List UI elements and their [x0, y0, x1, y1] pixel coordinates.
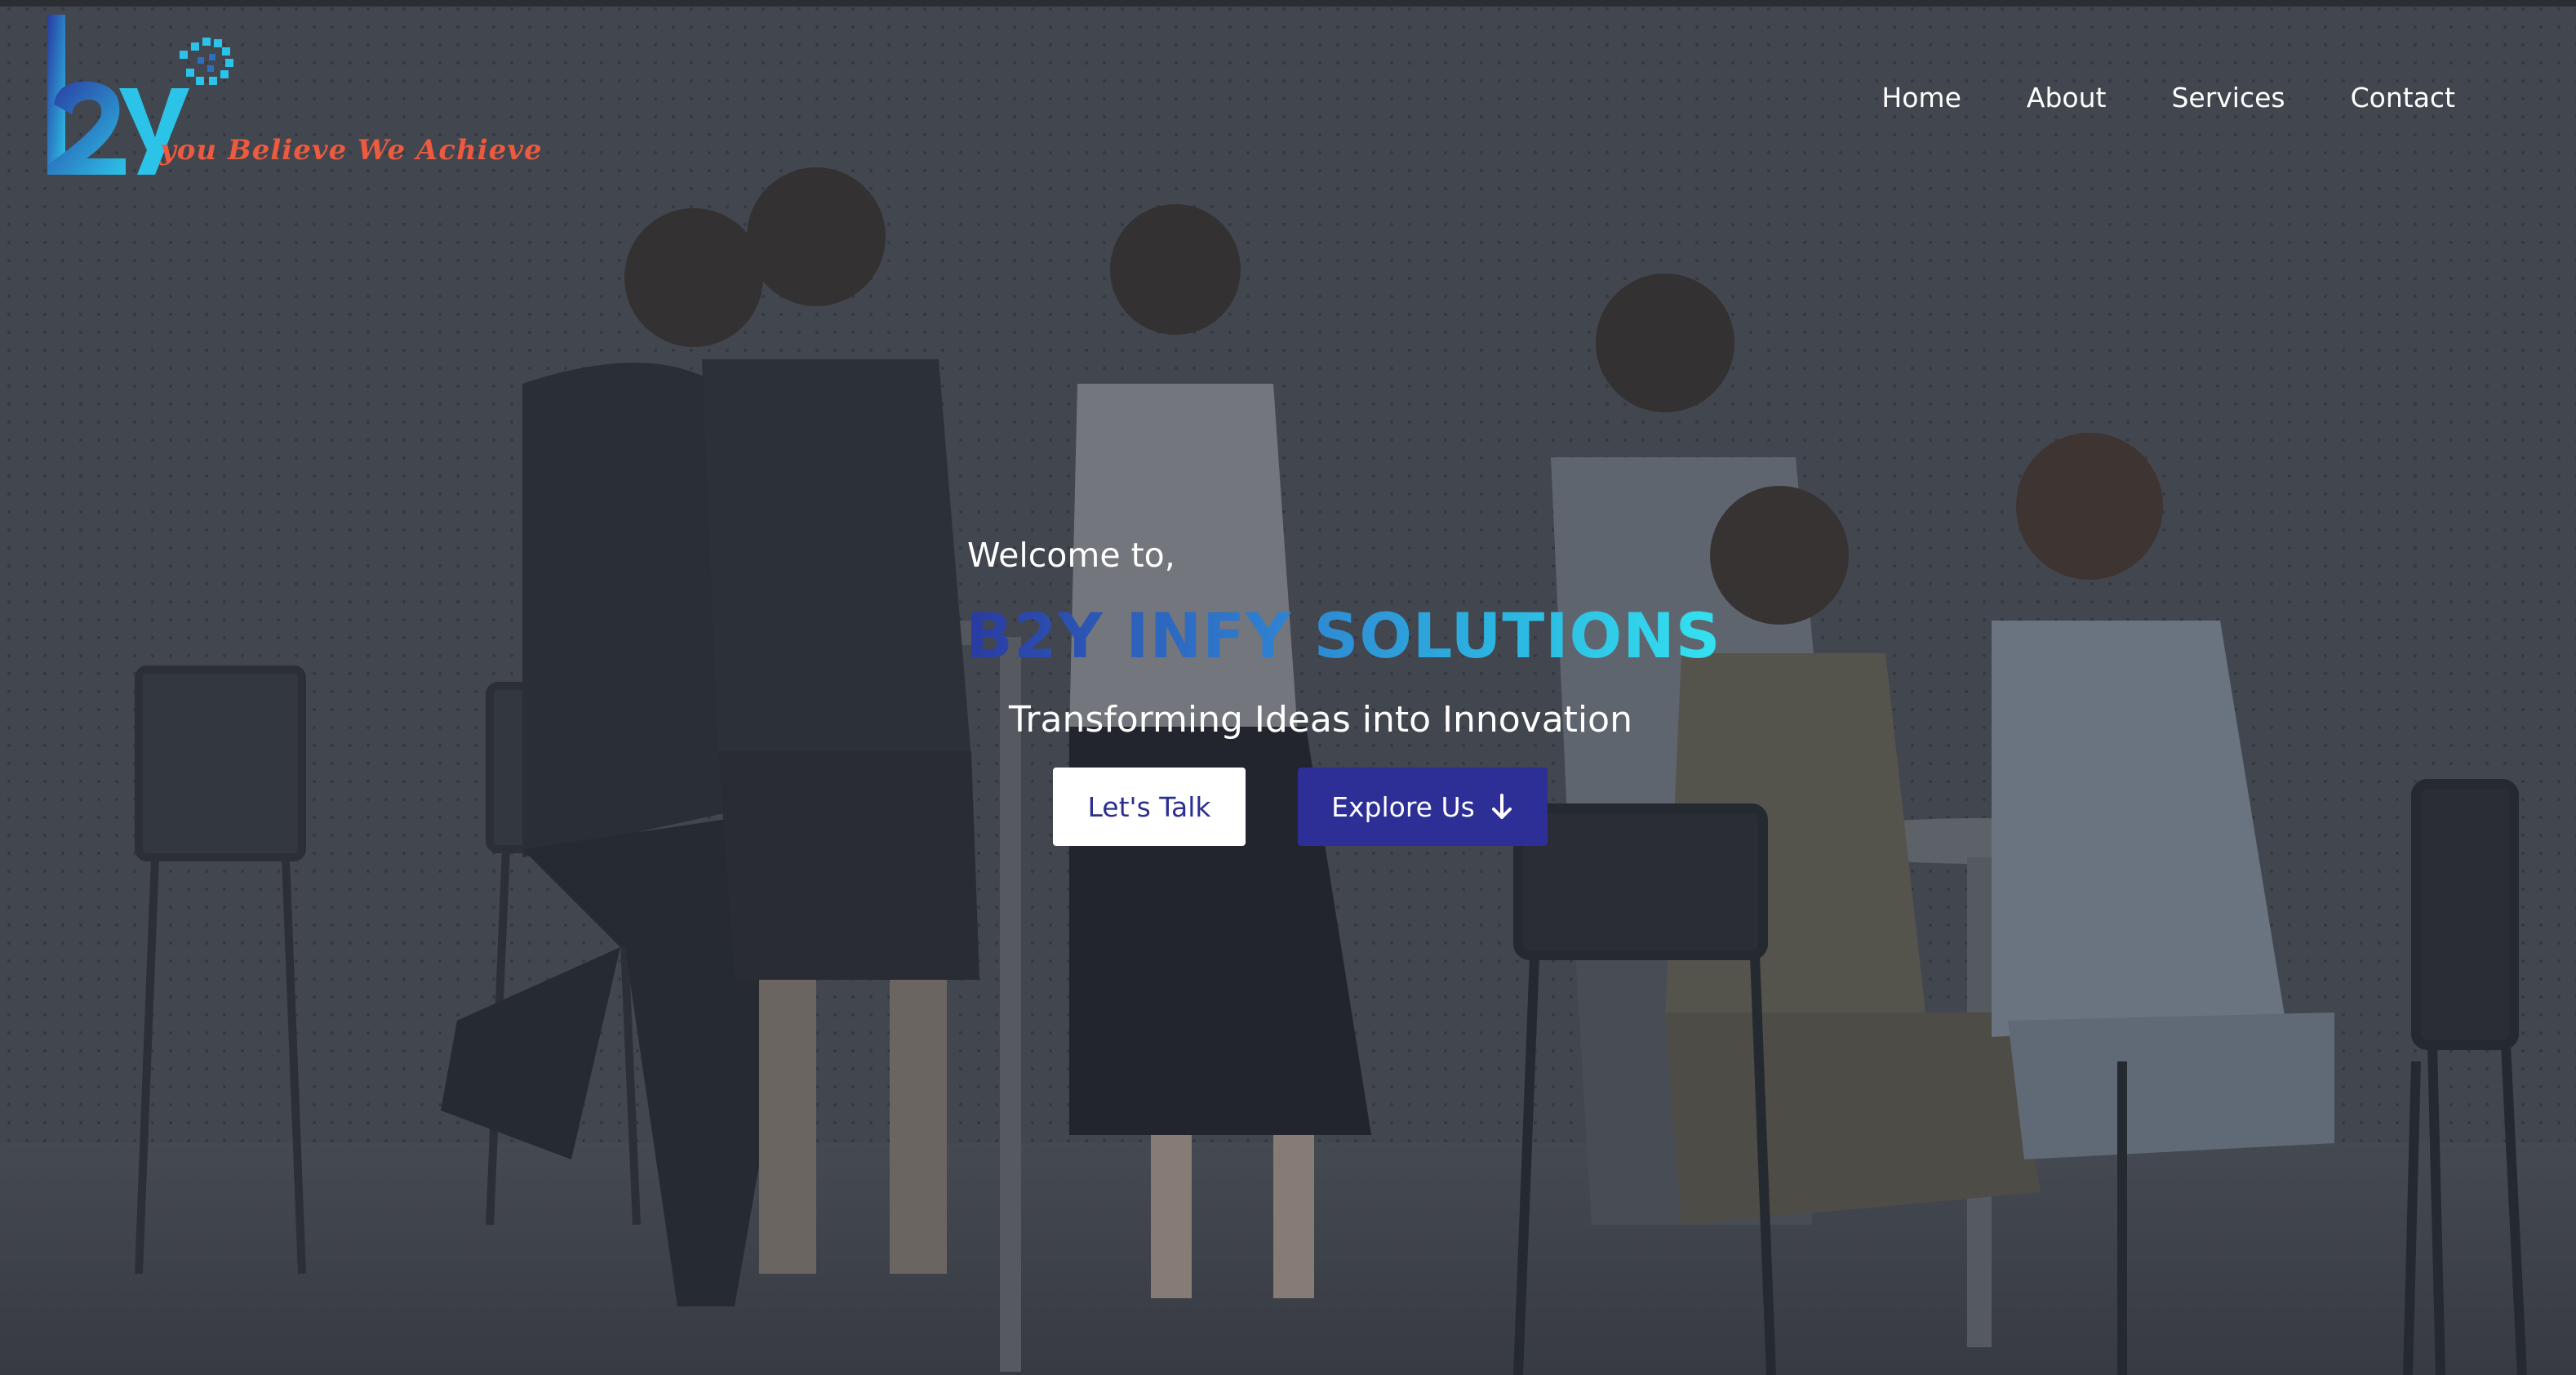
hero-subtitle: Transforming Ideas into Innovation — [1009, 699, 1632, 741]
arrow-down-icon — [1491, 794, 1512, 819]
lets-talk-label: Let's Talk — [1087, 790, 1211, 823]
explore-us-button[interactable]: Explore Us — [1298, 768, 1548, 846]
hero-welcome-text: Welcome to, — [967, 536, 1175, 575]
page: you Believe We Achieve Home About Servic… — [0, 0, 2576, 1375]
explore-us-label: Explore Us — [1331, 790, 1475, 823]
lets-talk-button[interactable]: Let's Talk — [1053, 768, 1246, 846]
hero-company-name: B2Y INFY SOLUTIONS — [966, 599, 1721, 672]
hero-section: Welcome to, B2Y INFY SOLUTIONS Transform… — [0, 0, 2576, 1375]
